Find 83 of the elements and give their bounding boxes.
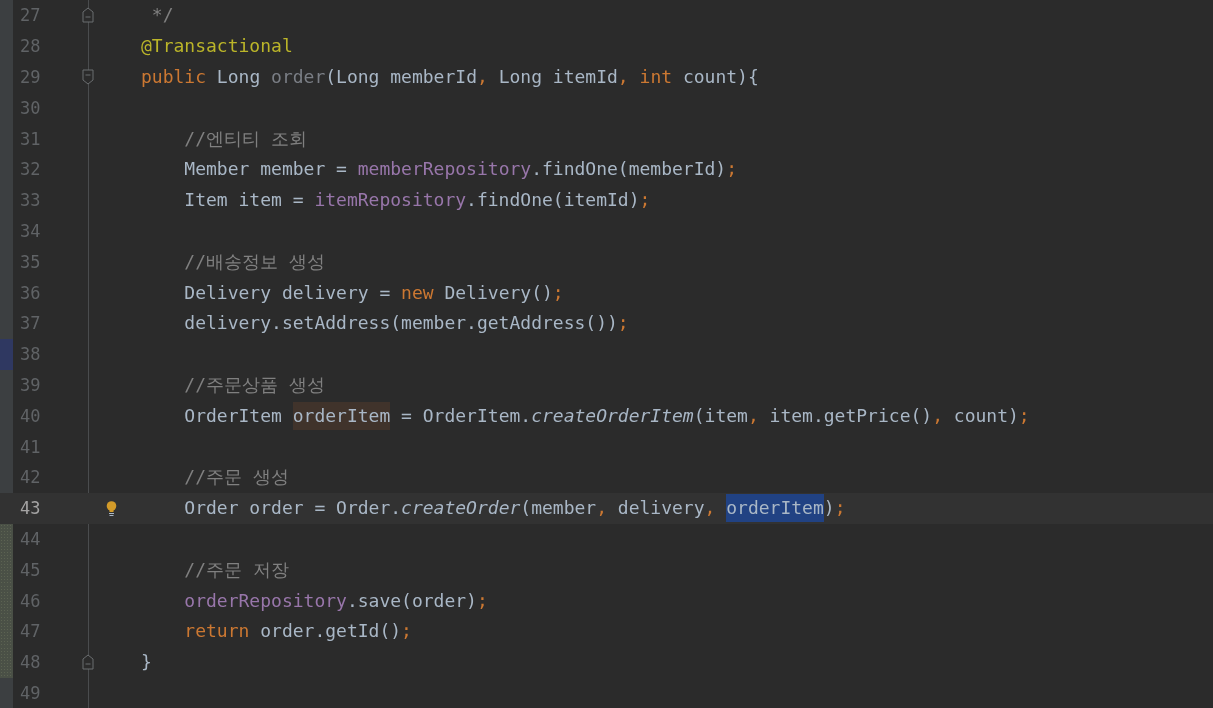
line-number: 47 — [19, 621, 42, 642]
code-text: .findOne(memberId) — [531, 157, 727, 182]
code-text: new — [401, 280, 434, 305]
line-number: 49 — [19, 682, 42, 703]
line-number: 30 — [19, 97, 42, 118]
code-text: , — [617, 65, 630, 89]
line-number: 37 — [19, 313, 42, 334]
code-comment: //엔티티 조회 — [183, 126, 307, 151]
code-text: ; — [726, 157, 738, 182]
line-number: 34 — [19, 220, 42, 241]
code-text: Item item = — [183, 188, 305, 213]
line-number: 28 — [19, 36, 42, 57]
code-text: Order order = Order. — [183, 496, 402, 521]
line-number: 40 — [19, 405, 42, 426]
code-text: ; — [1018, 403, 1030, 428]
code-text: delivery.setAddress(member.getAddress()) — [183, 311, 618, 336]
line-number: 48 — [19, 652, 42, 673]
code-text: item.getPrice() — [768, 403, 933, 428]
code-text: ; — [552, 280, 564, 305]
line-number: 36 — [19, 282, 42, 303]
line-number: 41 — [19, 436, 42, 457]
code-text: int — [639, 65, 673, 89]
line-number: 29 — [19, 67, 42, 87]
code-text: orderItem — [726, 494, 824, 523]
code-text: orderRepository — [183, 588, 347, 613]
line-number: 43 — [19, 498, 42, 519]
code-comment: //배송정보 생성 — [183, 249, 325, 274]
code-text: , — [476, 65, 488, 89]
code-text: delivery — [616, 496, 705, 521]
code-text: ; — [617, 311, 629, 336]
line-number: 31 — [19, 128, 42, 149]
code-text: order — [271, 65, 326, 89]
line-number: 42 — [19, 467, 42, 488]
code-text: order.getId() — [259, 619, 402, 644]
code-text: , — [747, 403, 759, 428]
code-text: memberRepository — [357, 157, 532, 182]
fold-marker-icon[interactable] — [82, 654, 94, 671]
code-text: Long — [215, 65, 262, 89]
line-number: 46 — [19, 590, 42, 611]
code-text: public — [141, 65, 207, 89]
lightbulb-icon[interactable] — [105, 500, 117, 516]
code-text: = OrderItem. — [400, 403, 532, 428]
code-text: return — [183, 619, 250, 644]
code-text: } — [141, 650, 152, 675]
fold-marker-icon[interactable] — [82, 69, 94, 85]
code-text: , — [932, 403, 943, 428]
code-text: .save(order) — [346, 588, 477, 613]
code-text: (item — [693, 403, 748, 428]
code-comment: //주문 생성 — [183, 465, 289, 490]
line-number: 27 — [19, 5, 42, 26]
code-text: itemRepository — [314, 188, 467, 213]
code-text: ; — [834, 496, 846, 521]
code-text: ; — [639, 188, 651, 213]
line-number: 44 — [19, 528, 42, 549]
code-text: Long itemId — [497, 65, 618, 89]
code-text: Member member = — [183, 157, 348, 182]
line-number: 38 — [19, 344, 42, 365]
code-text: , — [596, 496, 607, 521]
code-text: (member — [520, 496, 597, 521]
code-text: .findOne(itemId) — [466, 188, 640, 213]
code-text: createOrder — [401, 496, 521, 521]
code-text: ; — [401, 619, 412, 644]
line-number: 35 — [19, 251, 42, 272]
code-text: OrderItem — [183, 403, 283, 428]
code-text: Delivery() — [443, 280, 553, 305]
code-comment: //주문상품 생성 — [183, 372, 325, 397]
code-text: , — [704, 496, 717, 521]
line-number: 45 — [19, 559, 42, 580]
line-number: 32 — [19, 159, 42, 180]
code-comment: */ — [150, 3, 174, 28]
code-text: count) — [952, 403, 1019, 428]
code-text: ) — [823, 496, 835, 521]
code-text: ; — [476, 588, 488, 613]
code-comment: //주문 저장 — [183, 557, 289, 582]
fold-marker-icon[interactable] — [82, 7, 94, 24]
line-number: 33 — [19, 190, 42, 211]
code-text: Delivery delivery = — [183, 280, 392, 305]
code-text: orderItem — [292, 401, 391, 430]
code-text: count){ — [681, 65, 759, 89]
line-number: 39 — [19, 374, 42, 395]
code-text: (Long memberId — [325, 65, 477, 89]
code-text: createOrderItem — [531, 403, 694, 428]
code-text: @Transactional — [141, 34, 293, 59]
